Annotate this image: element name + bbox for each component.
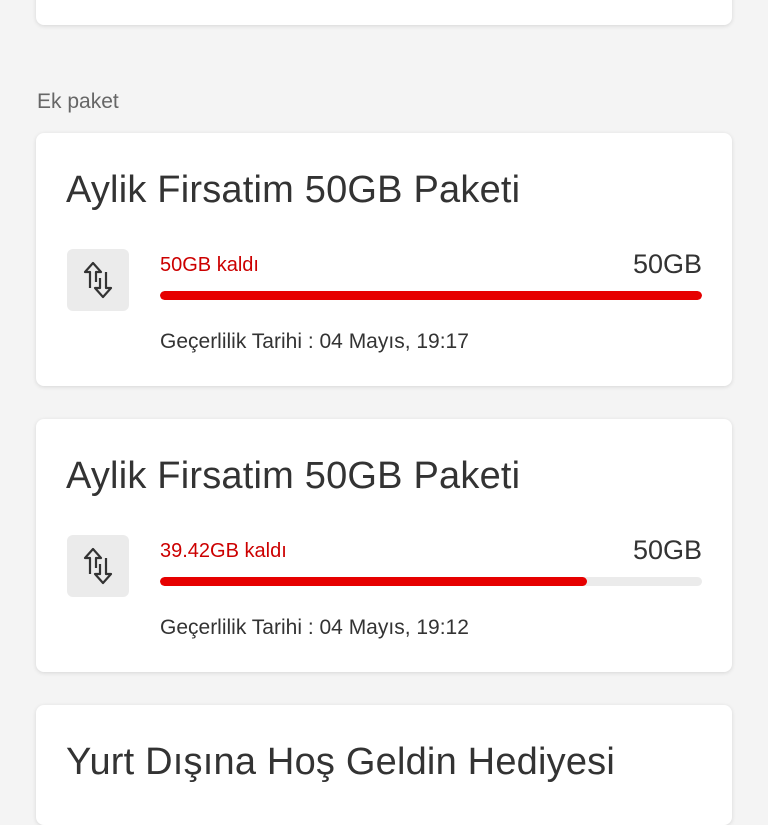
package-card-3[interactable]: Yurt Dışına Hoş Geldin Hediyesi: [36, 705, 732, 825]
total-amount: 50GB: [632, 535, 702, 565]
package-title: Yurt Dışına Hoş Geldin Hediyesi: [66, 741, 615, 783]
data-transfer-icon: [67, 535, 129, 597]
validity-date: Geçerlilik Tarihi : 04 Mayıs, 19:12: [160, 616, 469, 640]
usage-progress-fill: [160, 577, 588, 586]
validity-value: 04 Mayıs, 19:12: [319, 616, 469, 639]
package-title: Aylik Firsatim 50GB Paketi: [66, 169, 521, 211]
total-amount: 50GB: [632, 249, 702, 279]
validity-date: Geçerlilik Tarihi : 04 Mayıs, 19:17: [160, 330, 469, 354]
section-label: Ek paket: [37, 90, 119, 113]
package-card-1[interactable]: Aylik Firsatim 50GB Paketi 50GB kaldı 50…: [36, 133, 732, 386]
package-card-2[interactable]: Aylik Firsatim 50GB Paketi 39.42GB kaldı…: [36, 419, 732, 672]
remaining-amount: 50GB kaldı: [160, 254, 259, 276]
remaining-amount: 39.42GB kaldı: [160, 540, 287, 562]
validity-value: 04 Mayıs, 19:17: [319, 330, 469, 353]
usage-progress-bar: [160, 291, 702, 300]
data-transfer-icon: [67, 249, 129, 311]
usage-progress-bar: [160, 577, 702, 586]
validity-label: Geçerlilik Tarihi :: [160, 330, 314, 353]
previous-card: [36, 0, 732, 25]
package-title: Aylik Firsatim 50GB Paketi: [66, 455, 521, 497]
validity-label: Geçerlilik Tarihi :: [160, 616, 314, 639]
usage-progress-fill: [160, 291, 702, 300]
